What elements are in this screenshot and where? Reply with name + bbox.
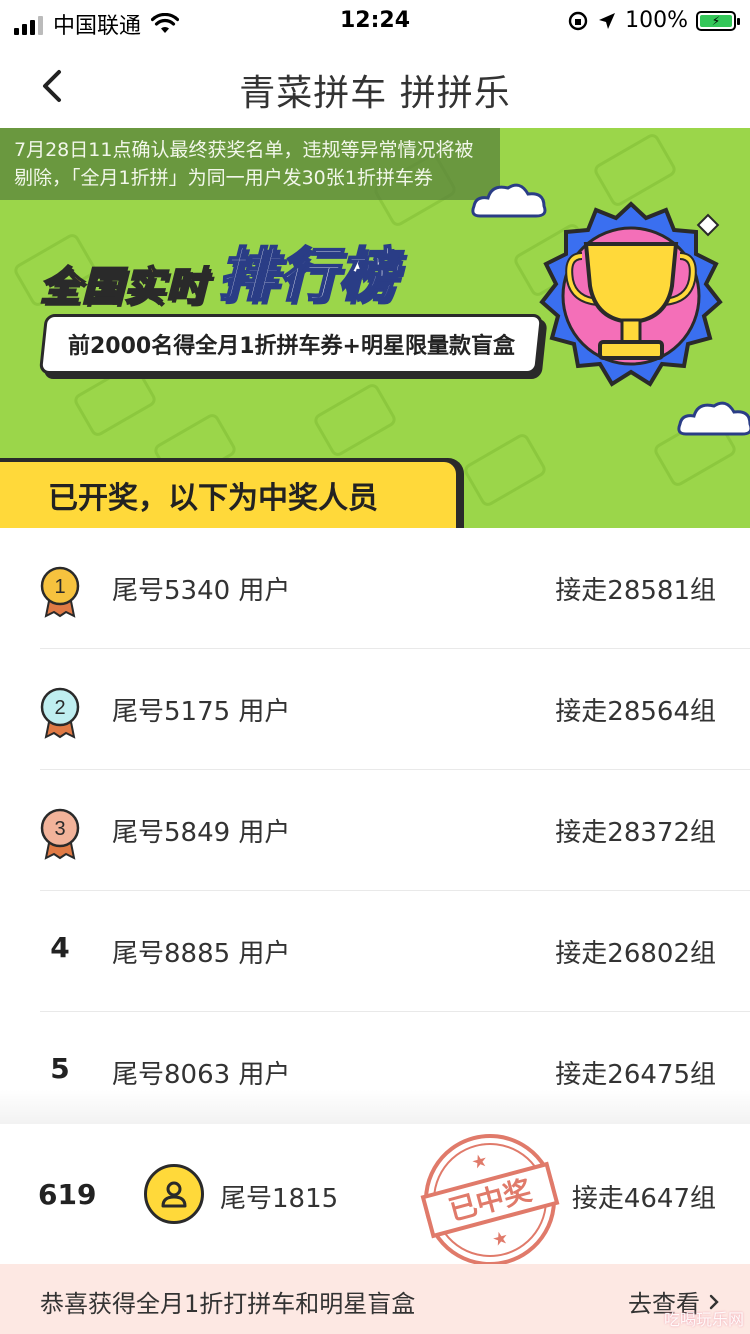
winners-announced-tab: 已开奖，以下为中奖人员 — [0, 458, 460, 528]
status-bar: 中国联通 12:24 100% ⚡ — [0, 0, 750, 44]
prize-text: 前2000名得全月1折拼车券+明星限量款盲盒 — [67, 334, 515, 359]
congrats-text: 恭喜获得全月1折打拼车和明星盲盒 — [40, 1290, 416, 1318]
rank-number: 5 — [50, 1052, 70, 1085]
ranking-list: 1 尾号5340 用户 接走28581组 2 尾号5175 用户 接走28564… — [0, 528, 750, 1133]
notice-text: 7月28日11点确认最终获奖名单，违规等异常情况将被剔除，「全月1折拼」为同一用… — [0, 128, 500, 200]
user-score: 接走26475组 — [555, 1060, 716, 1090]
battery-percent: 100% — [625, 8, 688, 33]
user-name: 尾号5175 用户 — [112, 697, 291, 727]
ranking-row[interactable]: 1 尾号5340 用户 接走28581组 — [0, 528, 750, 649]
list-fade — [0, 1090, 750, 1124]
gold-medal-icon: 1 — [40, 566, 80, 618]
user-name: 尾号8885 用户 — [112, 939, 291, 969]
bronze-medal-icon: 3 — [40, 808, 80, 860]
my-rank-number: 619 — [38, 1178, 97, 1211]
page-title: 青菜拼车 拼拼乐 — [239, 73, 511, 114]
leaderboard-title: 全国实时 排行榜 — [39, 228, 399, 312]
avatar — [144, 1164, 204, 1224]
svg-text:1: 1 — [54, 576, 65, 598]
rank-number: 4 — [50, 931, 70, 964]
my-user-score: 接走4647组 — [571, 1184, 716, 1214]
user-score: 接走26802组 — [555, 939, 716, 969]
user-score: 接走28372组 — [555, 818, 716, 848]
prize-description: 前2000名得全月1折拼车券+明星限量款盲盒 — [38, 314, 544, 374]
svg-text:2: 2 — [54, 697, 65, 719]
user-name: 尾号5340 用户 — [112, 576, 291, 606]
ranking-row[interactable]: 2 尾号5175 用户 接走28564组 — [0, 649, 750, 770]
user-score: 接走28581组 — [555, 576, 716, 606]
user-name: 尾号5849 用户 — [112, 818, 291, 848]
bottom-bar: 恭喜获得全月1折打拼车和明星盲盒 去查看 吃喝玩乐网 — [0, 1264, 750, 1334]
user-icon — [161, 1181, 187, 1208]
status-right: 100% ⚡ — [567, 8, 740, 33]
winner-stamp: 已中奖 ★ ★ — [420, 1134, 560, 1266]
user-score: 接走28564组 — [555, 697, 716, 727]
leaderboard-banner: 7月28日11点确认最终获奖名单，违规等异常情况将被剔除，「全月1折拼」为同一用… — [0, 128, 750, 528]
my-ranking-row[interactable]: 619 尾号1815 已中奖 ★ ★ 接走4647组 — [0, 1124, 750, 1266]
nav-bar: 青菜拼车 拼拼乐 — [0, 44, 750, 128]
trophy-icon — [539, 201, 723, 387]
svg-text:3: 3 — [54, 818, 65, 840]
watermark-logo: 吃喝玩乐网 — [663, 1310, 744, 1329]
title-national-realtime: 全国实时 — [39, 263, 208, 311]
user-name: 尾号8063 用户 — [112, 1060, 291, 1090]
svg-text:★: ★ — [490, 1227, 511, 1251]
location-icon — [599, 12, 616, 29]
my-user-name: 尾号1815 — [220, 1184, 339, 1214]
svg-text:★: ★ — [469, 1150, 490, 1174]
orientation-lock-icon — [568, 11, 588, 30]
ranking-row[interactable]: 3 尾号5849 用户 接走28372组 — [0, 770, 750, 891]
battery-icon: ⚡ — [696, 10, 740, 31]
ranking-row[interactable]: 4 尾号8885 用户 接走26802组 — [0, 891, 750, 1012]
silver-medal-icon: 2 — [40, 687, 80, 739]
title-leaderboard: 排行榜 — [217, 240, 399, 310]
